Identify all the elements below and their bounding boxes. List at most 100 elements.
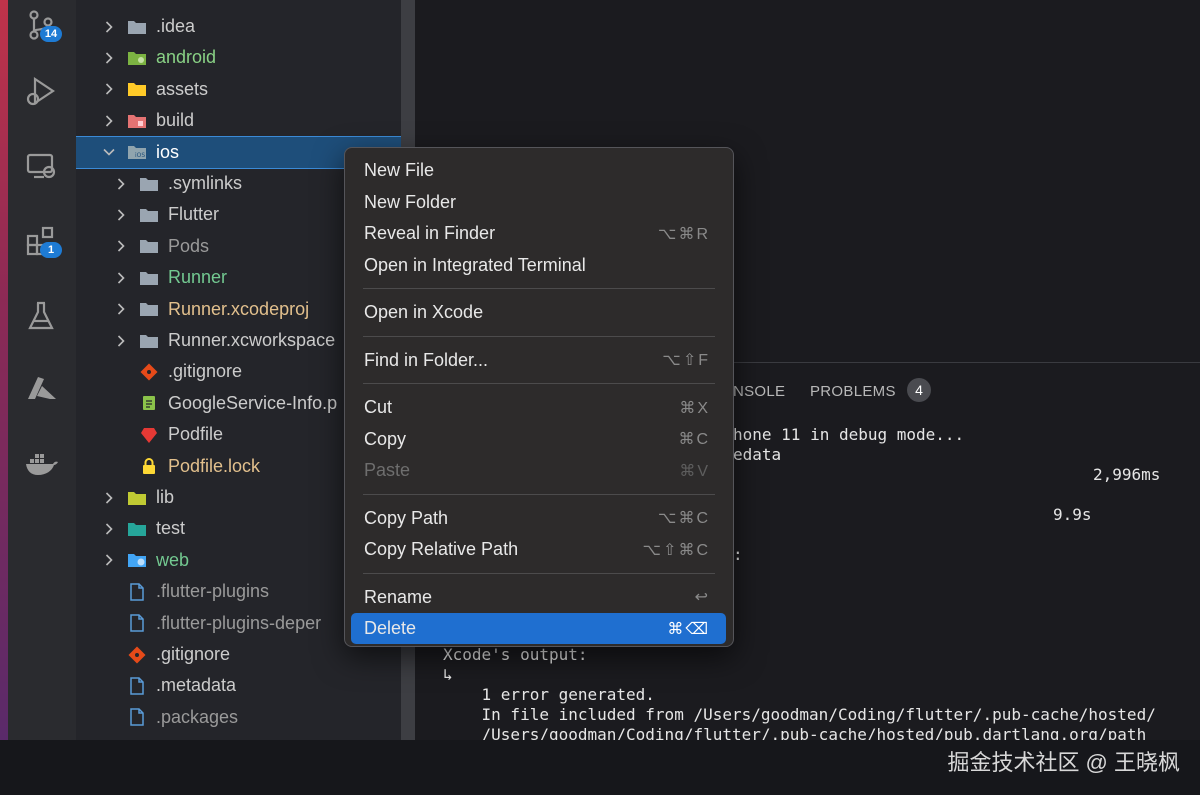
terminal-line: hone 11 in debug mode... — [733, 425, 965, 444]
menu-separator — [363, 383, 715, 384]
tab-problems[interactable]: PROBLEMS — [810, 383, 896, 400]
tree-folder-row[interactable]: build — [76, 105, 401, 136]
window-edge — [0, 0, 8, 740]
menu-item-label: Copy — [364, 428, 407, 449]
chevron-right-icon — [114, 208, 128, 222]
menu-item-label: Copy Path — [364, 507, 449, 528]
menu-item-copy-relative-path[interactable]: Copy Relative Path ⌥⇧⌘C — [351, 534, 726, 565]
menu-item-label: Paste — [364, 460, 411, 480]
git-icon — [126, 645, 148, 665]
tree-item-label: assets — [156, 78, 209, 99]
menu-item-open-in-integrated-terminal[interactable]: Open in Integrated Terminal — [351, 250, 726, 281]
tree-item-label: Flutter — [168, 204, 220, 225]
lib-folder-icon — [126, 488, 148, 508]
watermark-text: 掘金技术社区 @ 王晓枫 — [947, 750, 1180, 775]
svg-text:iOS: iOS — [135, 152, 145, 159]
terminal-line: ↳ — [443, 665, 453, 684]
menu-item-label: New File — [364, 160, 435, 180]
menu-item-shortcut: ⌘X — [679, 399, 710, 417]
menu-item-label: New Folder — [364, 191, 457, 212]
tree-item-label: .idea — [156, 16, 196, 36]
web-folder-icon — [126, 550, 148, 570]
menu-item-rename[interactable]: Rename ↩ — [351, 582, 726, 613]
menu-item-shortcut: ⌘⌫ — [667, 620, 710, 638]
menu-item-label: Open in Integrated Terminal — [364, 254, 586, 275]
tree-item-label: lib — [156, 487, 175, 507]
menu-item-find-in-folder[interactable]: Find in Folder... ⌥⇧F — [351, 345, 726, 376]
source-control-icon[interactable]: 14 — [18, 2, 64, 48]
menu-item-label: Find in Folder... — [364, 349, 489, 370]
chevron-right-icon — [102, 522, 116, 536]
tree-file-row[interactable]: .metadata — [76, 670, 401, 701]
folder-icon — [138, 174, 160, 194]
menu-item-cut[interactable]: Cut ⌘X — [351, 392, 726, 423]
chevron-right-icon — [102, 114, 116, 128]
android-folder-icon — [126, 48, 148, 68]
tree-item-label: android — [156, 47, 217, 68]
chevron-right-icon — [102, 51, 116, 65]
menu-separator — [363, 288, 715, 289]
tree-item-label: Podfile — [168, 424, 224, 445]
tree-item-label: .symlinks — [168, 173, 243, 193]
chevron-right-icon — [102, 491, 116, 505]
ios-folder-icon: iOS — [126, 142, 148, 162]
folder-icon — [138, 331, 160, 351]
tree-item-label: build — [156, 110, 195, 131]
terminal-line: Xcode's output: — [443, 645, 588, 664]
tree-folder-row[interactable]: .idea — [76, 11, 401, 42]
remote-explorer-icon[interactable] — [18, 143, 64, 189]
folder-icon — [138, 205, 160, 225]
menu-item-open-in-xcode[interactable]: Open in Xcode — [351, 297, 726, 328]
file-icon — [126, 676, 148, 696]
folder-icon — [126, 17, 148, 37]
menu-item-copy-path[interactable]: Copy Path ⌥⌘C — [351, 503, 726, 534]
notification-badge: 1 — [40, 242, 62, 258]
tree-item-label: GoogleService-Info.p — [168, 392, 338, 413]
run-debug-icon[interactable] — [18, 68, 64, 114]
tree-item-label: ios — [156, 141, 180, 162]
tree-file-row[interactable]: .packages — [76, 702, 401, 733]
tree-item-label: .packages — [156, 706, 239, 727]
extensions-icon[interactable]: 1 — [18, 218, 64, 264]
chevron-right-icon — [102, 82, 116, 96]
menu-item-paste: Paste ⌘V — [351, 455, 726, 486]
chevron-right-icon — [114, 239, 128, 253]
tree-item-label: .gitignore — [168, 361, 243, 382]
folder-icon — [138, 268, 160, 288]
terminal-line: edata — [733, 445, 782, 464]
menu-separator — [363, 335, 715, 337]
menu-item-delete[interactable]: Delete ⌘⌫ — [351, 613, 726, 644]
menu-item-shortcut: ⌘V — [679, 462, 710, 480]
menu-item-new-file[interactable]: New File — [351, 155, 726, 186]
tree-item-label: .flutter-plugins — [156, 581, 270, 602]
tree-folder-row[interactable]: assets — [76, 74, 401, 105]
folder-icon — [138, 299, 160, 319]
folder-icon — [138, 236, 160, 256]
menu-item-reveal-in-finder[interactable]: Reveal in Finder ⌥⌘R — [351, 218, 726, 249]
chevron-right-icon — [114, 334, 128, 348]
tree-folder-row[interactable]: android — [76, 42, 401, 73]
terminal-line: /Users/goodman/Coding/flutter/.pub-cache… — [443, 725, 1147, 740]
terminal-line: 9.9s — [1053, 505, 1092, 524]
tab-debug-console[interactable]: NSOLE — [733, 383, 785, 400]
activity-bar: 14 1 — [8, 0, 76, 740]
menu-item-new-folder[interactable]: New Folder — [351, 187, 726, 218]
testing-flask-icon[interactable] — [18, 293, 64, 339]
tree-item-label: .metadata — [156, 675, 237, 696]
menu-item-label: Reveal in Finder — [364, 223, 496, 243]
lock-icon — [138, 456, 160, 476]
context-menu: New File New Folder Reveal in Finder ⌥⌘R Ope… — [344, 147, 734, 647]
tree-item-label: Podfile.lock — [168, 455, 261, 476]
azure-icon[interactable] — [18, 366, 64, 412]
menu-item-label: Copy Relative Path — [364, 539, 519, 559]
chevron-right-icon — [114, 177, 128, 191]
menu-item-copy[interactable]: Copy ⌘C — [351, 424, 726, 455]
docker-icon[interactable] — [18, 440, 64, 486]
git-icon — [138, 362, 160, 382]
tree-item-label: .gitignore — [156, 644, 231, 664]
assets-folder-icon — [126, 79, 148, 99]
menu-separator — [363, 572, 715, 574]
chevron-right-icon — [102, 20, 116, 34]
terminal-line: : — [733, 545, 743, 564]
menu-separator — [363, 493, 715, 495]
